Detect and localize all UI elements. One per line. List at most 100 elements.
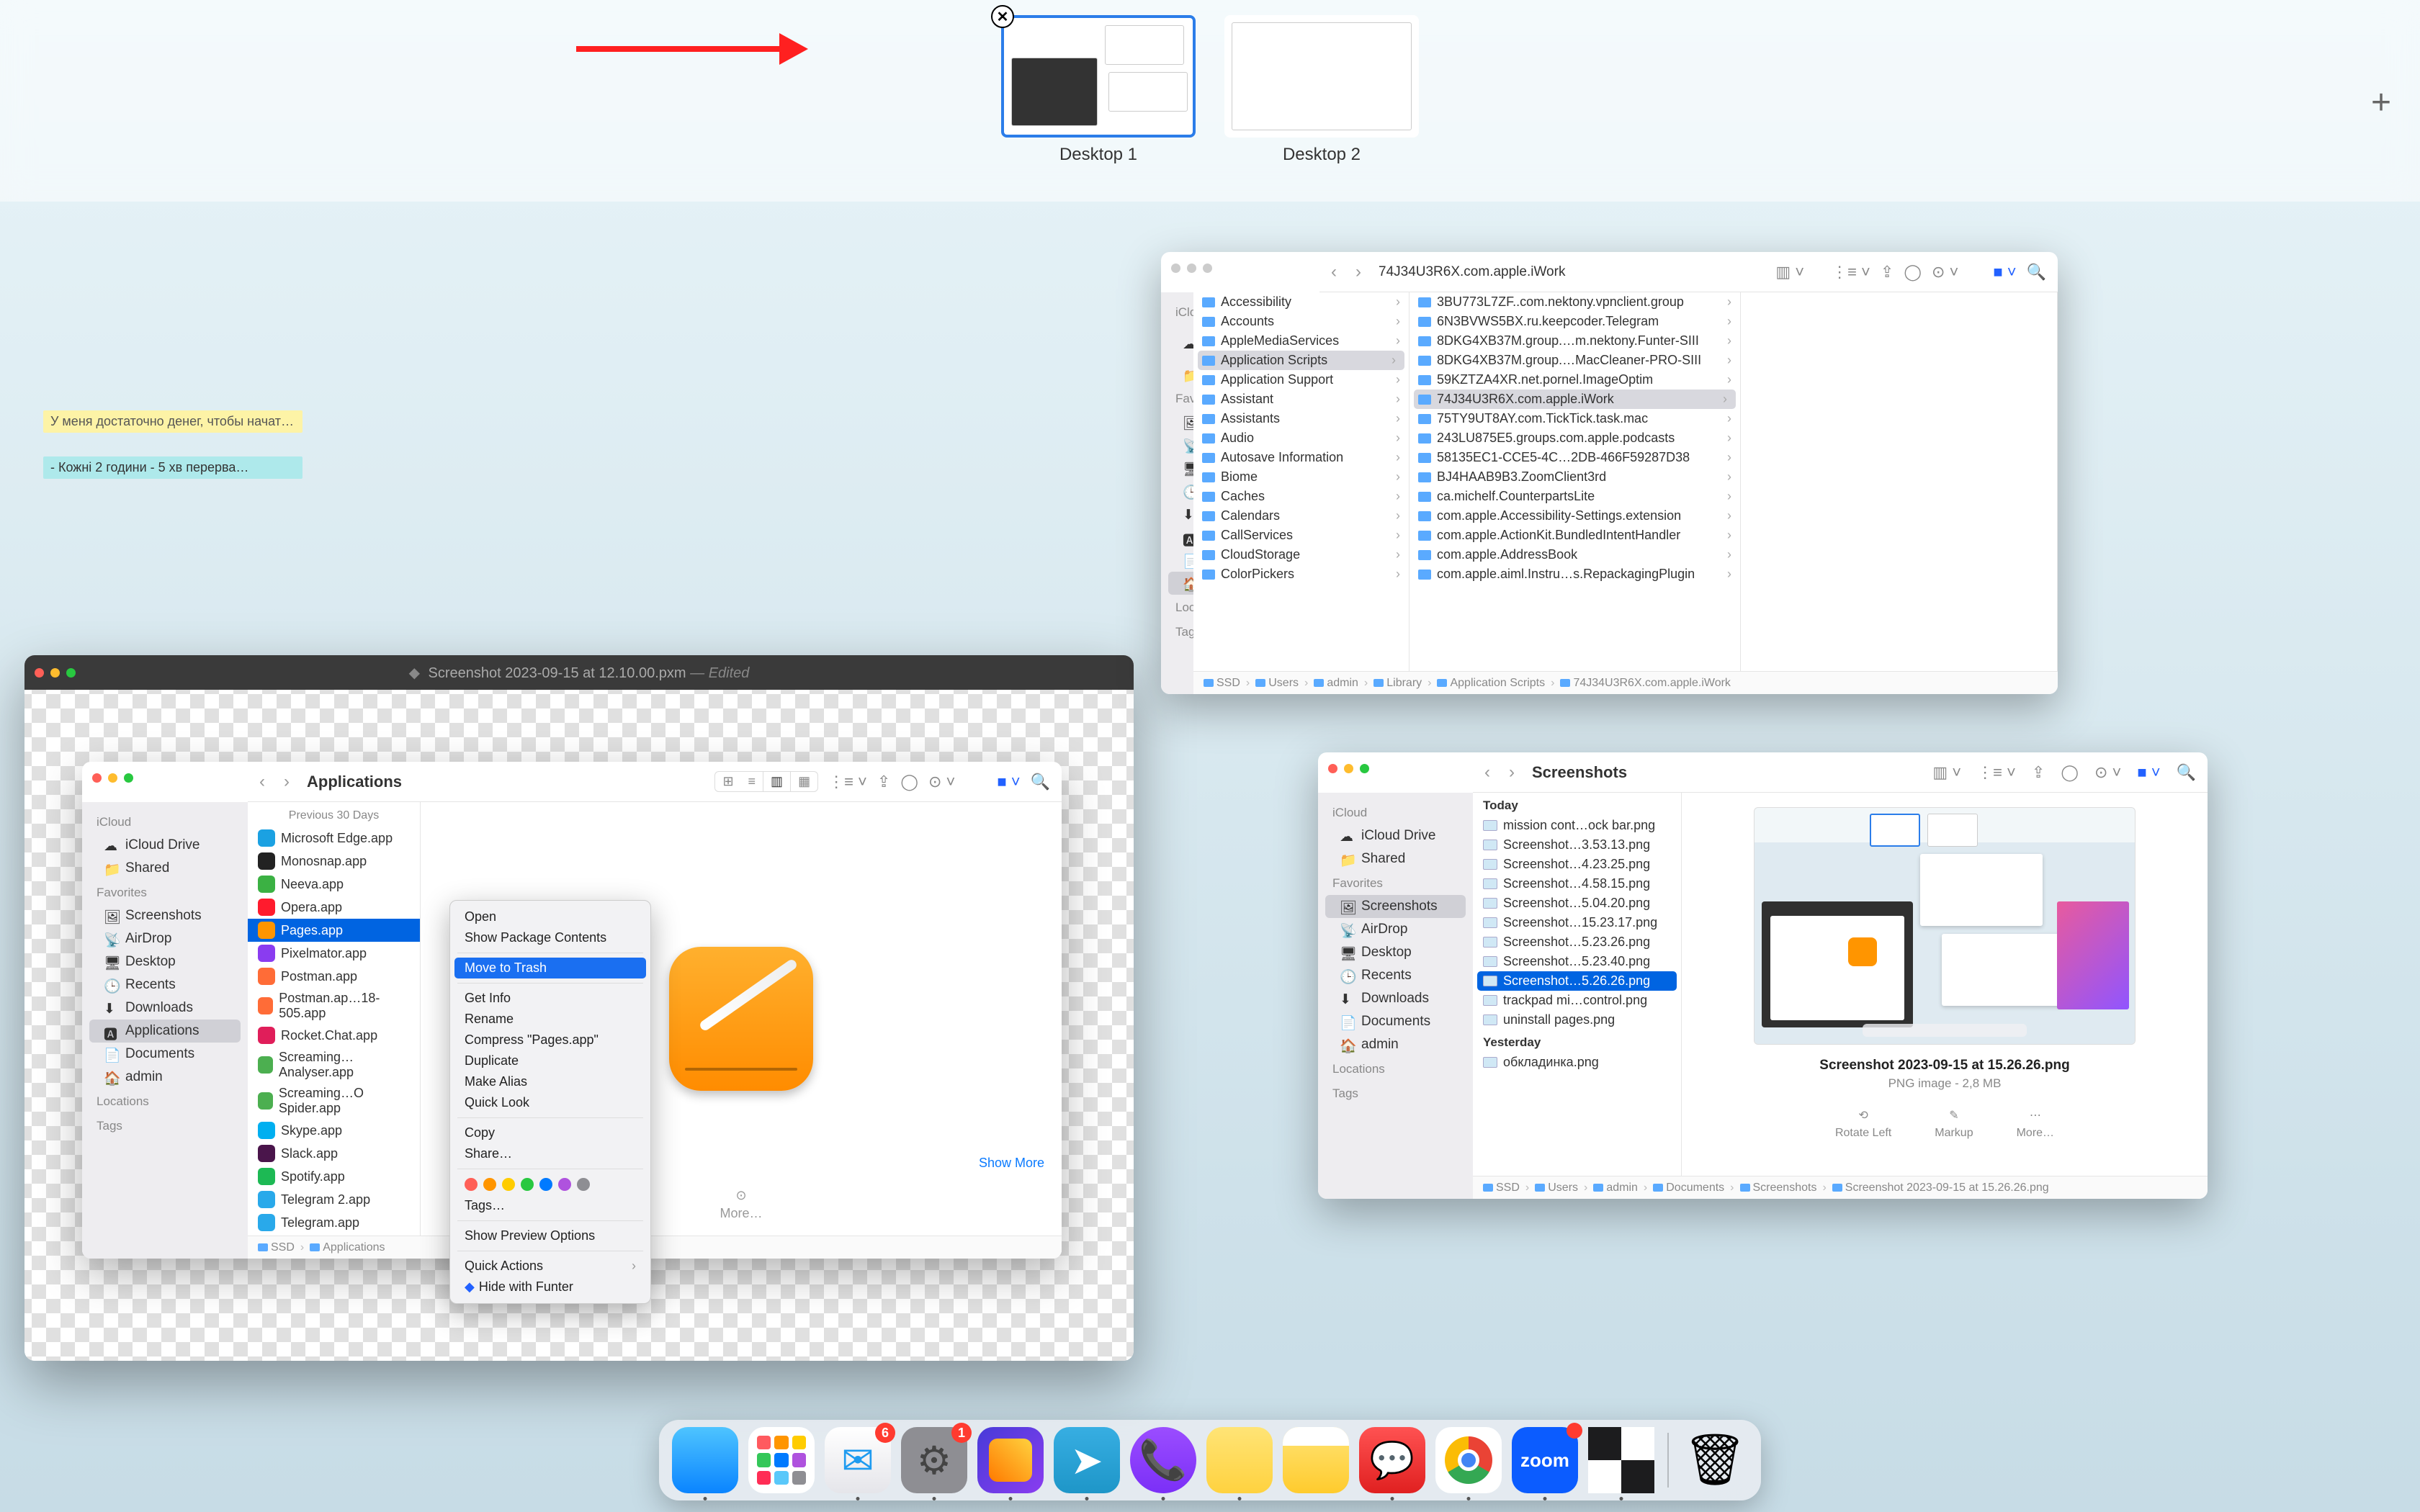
column-row[interactable]: 59KZTZA4XR.net.pornel.ImageOptim› bbox=[1410, 370, 1740, 390]
dock-trash[interactable]: 🗑 bbox=[1682, 1427, 1748, 1493]
file-row[interactable]: Screenshot…5.04.20.png bbox=[1473, 894, 1681, 913]
sidebar-item-shared[interactable]: Shared bbox=[1168, 363, 1193, 386]
add-desktop-button[interactable]: + bbox=[2371, 83, 2391, 122]
context-menu[interactable]: OpenShow Package Contents Move to Trash … bbox=[449, 900, 651, 1304]
path-crumb[interactable]: SSD bbox=[1483, 1182, 1520, 1194]
dock-chat-app[interactable]: 💬 bbox=[1359, 1427, 1425, 1493]
share-icon[interactable]: ⇪ bbox=[1881, 263, 1894, 282]
tag-color[interactable] bbox=[465, 1178, 478, 1191]
tag-color[interactable] bbox=[483, 1178, 496, 1191]
minimize-icon[interactable] bbox=[1187, 264, 1196, 273]
column-row[interactable]: com.apple.ActionKit.BundledIntentHandler… bbox=[1410, 526, 1740, 545]
finder-screenshots-window[interactable]: ‹ › Screenshots ▥ ˅ ⋮≡ ˅ ⇪ ◯ ⊙ ˅ ■ ˅ 🔍 i… bbox=[1318, 752, 2208, 1199]
app-row[interactable]: Monosnap.app bbox=[248, 850, 420, 873]
context-item[interactable]: Copy bbox=[450, 1122, 650, 1143]
context-quick-actions[interactable]: Quick Actions› bbox=[450, 1256, 650, 1277]
sidebar-item-icloud-drive[interactable]: iCloud Drive bbox=[1325, 824, 1466, 847]
context-item[interactable]: Open bbox=[450, 906, 650, 927]
file-row[interactable]: uninstall pages.png bbox=[1473, 1010, 1681, 1030]
context-tag-colors[interactable] bbox=[450, 1174, 650, 1195]
sidebar-item-documents[interactable]: Documents bbox=[1168, 549, 1193, 572]
sidebar-item-desktop[interactable]: Desktop bbox=[89, 950, 241, 973]
minimize-icon[interactable] bbox=[1344, 764, 1353, 773]
close-icon[interactable] bbox=[1328, 764, 1337, 773]
column-row[interactable]: 75TY9UT8AY.com.TickTick.task.mac› bbox=[1410, 409, 1740, 428]
context-item[interactable]: Get Info bbox=[450, 988, 650, 1009]
dock-chrome[interactable] bbox=[1435, 1427, 1502, 1493]
desktop-1-thumb[interactable]: ✕ Desktop 1 bbox=[1001, 15, 1196, 165]
column-row[interactable]: ca.michelf.CounterpartsLite› bbox=[1410, 487, 1740, 506]
path-crumb[interactable]: Screenshots bbox=[1740, 1182, 1817, 1194]
path-crumb[interactable]: Documents bbox=[1653, 1182, 1724, 1194]
sidebar-item-icloud-drive[interactable]: iCloud Drive bbox=[1168, 324, 1193, 363]
app-row[interactable]: Neeva.app bbox=[248, 873, 420, 896]
context-item[interactable]: Show Package Contents bbox=[450, 927, 650, 948]
app-row[interactable]: Postman.ap…18-505.app bbox=[248, 988, 420, 1024]
sidebar-item-shared[interactable]: Shared bbox=[1325, 847, 1466, 870]
path-crumb[interactable]: Users bbox=[1255, 677, 1299, 690]
sidebar-item-admin[interactable]: admin bbox=[1168, 572, 1193, 595]
column-row[interactable]: 6N3BVWS5BX.ru.keepcoder.Telegram› bbox=[1410, 312, 1740, 331]
app-row[interactable]: Screaming…O Spider.app bbox=[248, 1083, 420, 1119]
column-row[interactable]: Caches› bbox=[1193, 487, 1409, 506]
tag-color[interactable] bbox=[502, 1178, 515, 1191]
file-row[interactable]: Screenshot…3.53.13.png bbox=[1473, 835, 1681, 855]
search-icon[interactable]: 🔍 bbox=[2027, 263, 2046, 282]
sidebar-item-admin[interactable]: admin bbox=[89, 1066, 241, 1089]
column-row[interactable]: 243LU875E5.groups.com.apple.podcasts› bbox=[1410, 428, 1740, 448]
path-crumb[interactable]: Applications bbox=[310, 1241, 385, 1254]
column-row[interactable]: Calendars› bbox=[1193, 506, 1409, 526]
close-desktop-icon[interactable]: ✕ bbox=[991, 5, 1014, 28]
column-row[interactable]: 74J34U3R6X.com.apple.iWork› bbox=[1414, 390, 1736, 409]
sidebar-item-recents[interactable]: Recents bbox=[1325, 964, 1466, 987]
sidebar-item-airdrop[interactable]: AirDrop bbox=[89, 927, 241, 950]
dock-notes[interactable] bbox=[1283, 1427, 1349, 1493]
app-row[interactable]: Opera.app bbox=[248, 896, 420, 919]
dock-zoom[interactable]: zoom bbox=[1512, 1427, 1578, 1493]
file-row[interactable]: mission cont…ock bar.png bbox=[1473, 816, 1681, 835]
view-toggle[interactable]: ▥ ˅ bbox=[1932, 763, 1961, 782]
context-hide-with-funter[interactable]: ◆Hide with Funter bbox=[450, 1277, 650, 1297]
context-item[interactable]: Compress "Pages.app" bbox=[450, 1030, 650, 1050]
path-crumb[interactable]: admin bbox=[1593, 1182, 1638, 1194]
path-bar[interactable]: SSD›Applications bbox=[248, 1236, 1062, 1259]
sidebar-item-recents[interactable]: Recents bbox=[89, 973, 241, 996]
column-row[interactable]: Accounts› bbox=[1193, 312, 1409, 331]
context-item[interactable]: Quick Look bbox=[450, 1092, 650, 1113]
sidebar-item-admin[interactable]: admin bbox=[1325, 1033, 1466, 1056]
sticky-note-2[interactable]: - Кожні 2 години - 5 хв перерва… bbox=[43, 456, 302, 479]
nav-forward-icon[interactable]: › bbox=[1355, 262, 1361, 282]
zoom-icon[interactable] bbox=[1203, 264, 1212, 273]
column-row[interactable]: ColorPickers› bbox=[1193, 564, 1409, 584]
column-row[interactable]: Biome› bbox=[1193, 467, 1409, 487]
sidebar-item-documents[interactable]: Documents bbox=[1325, 1010, 1466, 1033]
funter-icon[interactable]: ■ ˅ bbox=[2137, 763, 2160, 782]
sidebar-item-documents[interactable]: Documents bbox=[89, 1043, 241, 1066]
column-row[interactable]: Audio› bbox=[1193, 428, 1409, 448]
column-row[interactable]: 8DKG4XB37M.group.…m.nektony.Funter-SIII› bbox=[1410, 331, 1740, 351]
tags-icon[interactable]: ◯ bbox=[1904, 263, 1922, 282]
sidebar-item-applications[interactable]: Applications bbox=[89, 1020, 241, 1043]
column-view[interactable]: Accessibility›Accounts›AppleMediaService… bbox=[1193, 292, 2058, 671]
path-crumb[interactable]: SSD bbox=[258, 1241, 295, 1254]
group-icon[interactable]: ⋮≡ ˅ bbox=[1977, 763, 2016, 782]
action-icon[interactable]: ⊙ ˅ bbox=[928, 773, 955, 791]
preview-more[interactable]: ⊙ More… bbox=[720, 1188, 762, 1221]
column-row[interactable]: CloudStorage› bbox=[1193, 545, 1409, 564]
path-crumb[interactable]: Library bbox=[1373, 677, 1422, 690]
action-icon[interactable]: ⊙ ˅ bbox=[2094, 763, 2121, 782]
dock-finder[interactable] bbox=[672, 1427, 738, 1493]
pixelmator-canvas[interactable]: ‹ › Applications ⊞≡▥▦ ⋮≡ ˅ ⇪ ◯ ⊙ ˅ ■ ˅ 🔍 bbox=[24, 690, 1134, 1361]
app-row[interactable]: Telegram 2.app bbox=[248, 1188, 420, 1211]
minimize-icon[interactable] bbox=[50, 668, 60, 678]
dock-stickies[interactable] bbox=[1206, 1427, 1273, 1493]
path-bar[interactable]: SSD›Users›admin›Documents›Screenshots›Sc… bbox=[1473, 1176, 2208, 1199]
context-item[interactable]: Duplicate bbox=[450, 1050, 650, 1071]
file-row[interactable]: Screenshot…5.23.26.png bbox=[1473, 932, 1681, 952]
path-crumb[interactable]: SSD bbox=[1204, 677, 1240, 690]
finder-library-window[interactable]: ‹ › 74J34U3R6X.com.apple.iWork ▥ ˅ ⋮≡ ˅ … bbox=[1161, 252, 2058, 694]
sidebar-item-screenshots[interactable]: Screenshots bbox=[89, 904, 241, 927]
dock[interactable]: ✉6 ⚙1 ➤ 📞 💬 zoom 🗑 bbox=[659, 1420, 1761, 1500]
sidebar-item-downloads[interactable]: Downloads bbox=[89, 996, 241, 1020]
app-row[interactable]: Slack.app bbox=[248, 1142, 420, 1165]
